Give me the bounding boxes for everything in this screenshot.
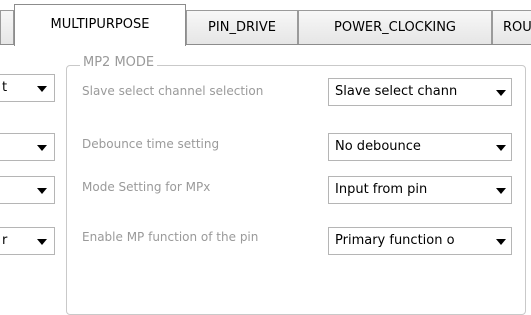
mode-setting-dropdown[interactable]: Input from pin bbox=[328, 176, 512, 204]
dropdown-value: Slave select chann bbox=[335, 84, 458, 99]
chevron-down-icon bbox=[37, 239, 47, 245]
chevron-down-icon bbox=[496, 145, 506, 151]
chevron-down-icon bbox=[37, 145, 47, 151]
left-dropdown-3[interactable] bbox=[0, 176, 55, 204]
tab-edge bbox=[0, 10, 14, 44]
field-label: Enable MP function of the pin bbox=[82, 230, 259, 244]
tab-content: t r MP2 MODE Slave select channel select… bbox=[0, 45, 531, 315]
left-dropdown-4[interactable]: r bbox=[0, 227, 55, 255]
field-label: Slave select channel selection bbox=[82, 84, 264, 98]
chevron-down-icon bbox=[496, 239, 506, 245]
chevron-down-icon bbox=[37, 188, 47, 194]
tab-multipurpose[interactable]: MULTIPURPOSE bbox=[14, 4, 186, 46]
left-dropdown-1[interactable]: t bbox=[0, 74, 55, 102]
tab-pin-drive[interactable]: PIN_DRIVE bbox=[186, 10, 298, 44]
tab-power-clocking[interactable]: POWER_CLOCKING bbox=[298, 10, 492, 44]
tab-strip: MULTIPURPOSE PIN_DRIVE POWER_CLOCKING RO… bbox=[0, 0, 531, 47]
chevron-down-icon bbox=[37, 86, 47, 92]
debounce-dropdown[interactable]: No debounce bbox=[328, 133, 512, 161]
dropdown-value: No debounce bbox=[335, 139, 421, 154]
dropdown-value: Input from pin bbox=[335, 182, 428, 197]
slave-select-dropdown[interactable]: Slave select chann bbox=[328, 78, 512, 106]
tab-label: MULTIPURPOSE bbox=[50, 17, 150, 32]
enable-mp-dropdown[interactable]: Primary function o bbox=[328, 227, 512, 255]
left-dropdown-value: r bbox=[2, 233, 8, 248]
chevron-down-icon bbox=[496, 90, 506, 96]
group-title: MP2 MODE bbox=[80, 55, 158, 70]
field-label: Mode Setting for MPx bbox=[82, 180, 211, 194]
dropdown-value: Primary function o bbox=[335, 233, 455, 248]
left-dropdown-value: t bbox=[2, 80, 8, 95]
field-label: Debounce time setting bbox=[82, 137, 220, 151]
tab-label: ROU bbox=[503, 20, 531, 35]
tab-label: POWER_CLOCKING bbox=[334, 20, 456, 35]
tab-label: PIN_DRIVE bbox=[208, 20, 276, 35]
left-dropdown-2[interactable] bbox=[0, 133, 55, 161]
tab-routing[interactable]: ROU bbox=[492, 10, 531, 44]
chevron-down-icon bbox=[496, 188, 506, 194]
